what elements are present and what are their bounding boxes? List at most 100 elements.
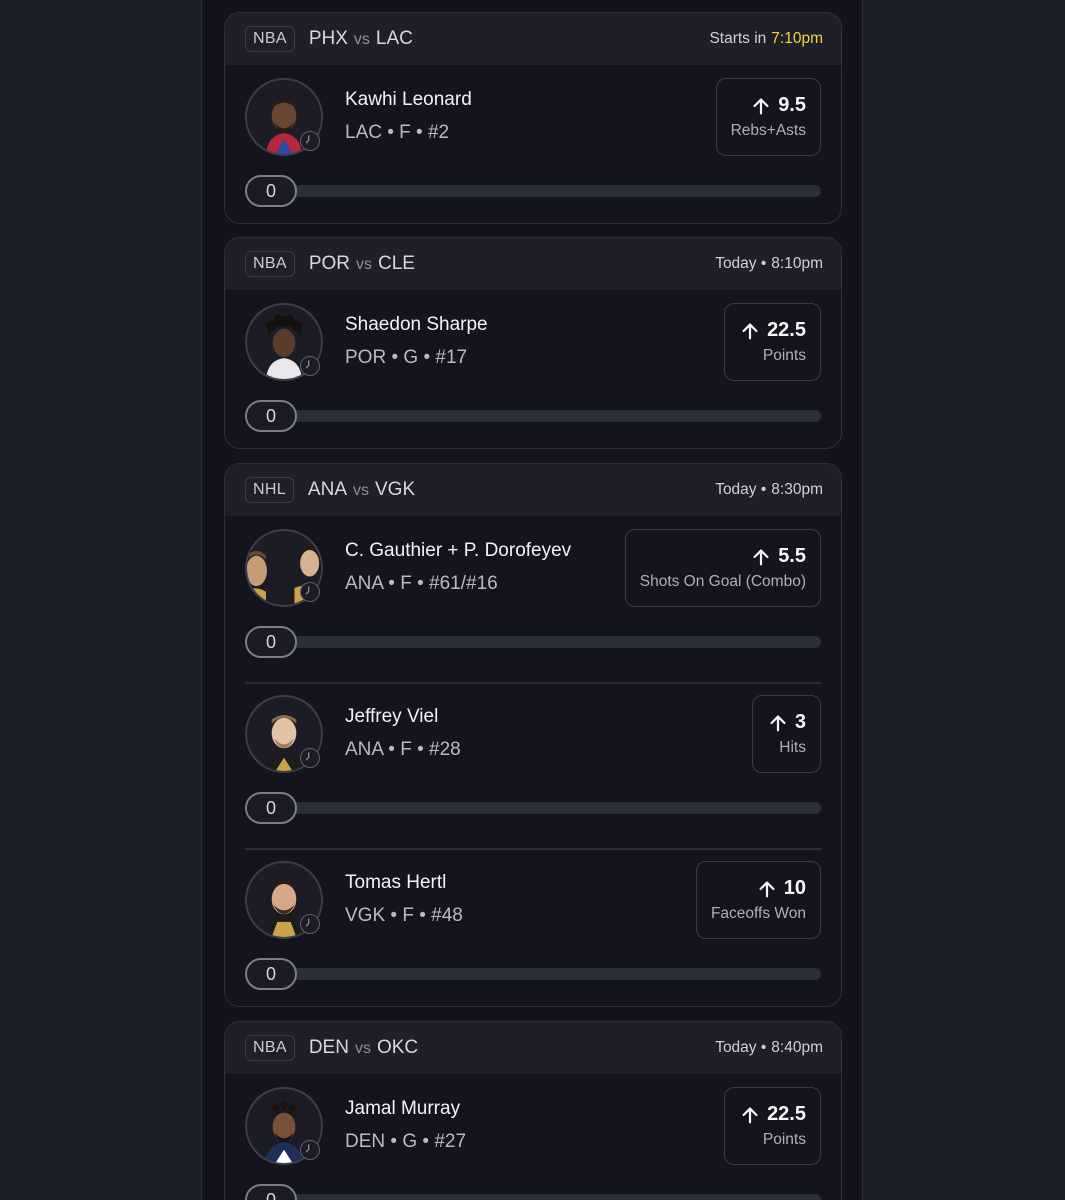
line-number: 3: [794, 711, 806, 733]
start-time-prefix: Today •: [715, 255, 767, 272]
game-card[interactable]: NBA PHX vs LAC Starts in 7:10pm Kawhi Le…: [224, 12, 842, 224]
pick-row[interactable]: Tomas Hertl VGK • F • #48 10 Faceoffs Wo…: [225, 848, 841, 1006]
matchup: POR vs CLE: [309, 253, 415, 275]
player-name: Jamal Murray: [345, 1098, 461, 1119]
league-badge: NBA: [245, 26, 295, 52]
line-box[interactable]: 10 Faceoffs Won: [695, 861, 821, 939]
league-badge: NBA: [245, 1035, 295, 1061]
stat-label: Rebs+Asts: [730, 122, 806, 139]
line-box[interactable]: 22.5 Points: [724, 1087, 821, 1165]
clock-icon: [300, 131, 320, 151]
player-name: C. Gauthier + P. Dorofeyev: [345, 540, 572, 561]
progress-track: [245, 968, 821, 980]
clock-icon: [300, 582, 320, 602]
clock-icon: [300, 914, 320, 934]
start-time-prefix: Starts in: [709, 30, 767, 47]
start-time-value: 7:10pm: [771, 30, 823, 47]
clock-icon: [300, 1140, 320, 1160]
progress-count: 0: [245, 175, 297, 207]
progress-count: 0: [245, 400, 297, 432]
pick-row[interactable]: Jamal Murray DEN • G • #27 22.5 Points 0: [225, 1074, 841, 1200]
start-time: Today • 8:40pm: [715, 1039, 823, 1057]
player-meta: DEN • G • #27: [345, 1131, 467, 1152]
player-meta: ANA • F • #28: [345, 739, 461, 760]
line-box[interactable]: 3 Hits: [751, 695, 821, 773]
progress-track: [245, 1194, 821, 1200]
progress-bar: 0: [245, 958, 821, 990]
progress-bar: 0: [245, 175, 821, 207]
away-team: VGK: [375, 479, 416, 500]
pick-row[interactable]: Kawhi Leonard LAC • F • #2 9.5 Rebs+Asts…: [225, 65, 841, 223]
away-team: LAC: [375, 28, 413, 49]
clock-icon: [300, 748, 320, 768]
progress-track: [245, 185, 821, 197]
line-number: 22.5: [767, 1103, 806, 1125]
player-meta: LAC • F • #2: [345, 122, 450, 143]
stat-label: Points: [762, 347, 806, 364]
line-number: 5.5: [778, 545, 806, 567]
player-name: Tomas Hertl: [345, 872, 447, 893]
league-badge: NHL: [245, 477, 294, 503]
progress-bar: 0: [245, 400, 821, 432]
progress-count: 0: [245, 958, 297, 990]
line-value: 9.5: [750, 94, 806, 117]
arrow-up-icon: [742, 322, 758, 339]
game-card[interactable]: NHL ANA vs VGK Today • 8:30pm C. Gauthie…: [224, 463, 842, 1007]
vs-label: vs: [353, 31, 370, 48]
vs-label: vs: [356, 256, 372, 273]
progress-bar: 0: [245, 792, 821, 824]
line-box[interactable]: 22.5 Points: [724, 303, 821, 381]
league-badge: NBA: [245, 251, 295, 277]
picks-column[interactable]: NBA PHX vs LAC Starts in 7:10pm Kawhi Le…: [201, 0, 863, 1200]
stat-label: Faceoffs Won: [710, 905, 806, 922]
progress-bar: 0: [245, 1184, 821, 1200]
arrow-up-icon: [753, 97, 769, 114]
player-name: Kawhi Leonard: [345, 89, 472, 110]
player-meta: VGK • F • #48: [345, 905, 463, 926]
matchup: ANA vs VGK: [308, 479, 415, 501]
home-team: POR: [308, 253, 350, 274]
line-box[interactable]: 9.5 Rebs+Asts: [715, 78, 821, 156]
progress-count: 0: [245, 626, 297, 658]
pick-row[interactable]: Shaedon Sharpe POR • G • #17 22.5 Points…: [225, 290, 841, 448]
arrow-up-icon: [742, 1106, 758, 1123]
progress-track: [245, 410, 821, 422]
start-time-value: 8:10pm: [771, 255, 823, 272]
clock-icon: [300, 356, 320, 376]
away-team: OKC: [376, 1037, 419, 1058]
game-header: NBA PHX vs LAC Starts in 7:10pm: [225, 13, 841, 65]
game-header: NHL ANA vs VGK Today • 8:30pm: [225, 464, 841, 516]
progress-track: [245, 636, 821, 648]
player-meta: ANA • F • #61/#16: [345, 573, 498, 594]
matchup: DEN vs OKC: [309, 1037, 418, 1059]
progress-count: 0: [245, 1184, 297, 1200]
start-time: Today • 8:10pm: [715, 255, 823, 273]
progress-track: [245, 802, 821, 814]
line-value: 22.5: [739, 319, 806, 342]
line-value: 3: [767, 711, 806, 734]
game-header: NBA DEN vs OKC Today • 8:40pm: [225, 1022, 841, 1074]
stat-label: Shots On Goal (Combo): [639, 573, 806, 590]
home-team: ANA: [307, 479, 347, 500]
game-card[interactable]: NBA POR vs CLE Today • 8:10pm Shaedon Sh…: [224, 237, 842, 449]
vs-label: vs: [354, 1040, 371, 1057]
stat-label: Points: [762, 1131, 806, 1148]
pick-row[interactable]: C. Gauthier + P. Dorofeyev ANA • F • #61…: [225, 516, 841, 682]
arrow-up-icon: [770, 714, 786, 731]
game-card[interactable]: NBA DEN vs OKC Today • 8:40pm Jamal Murr…: [224, 1021, 842, 1200]
start-time-value: 8:30pm: [771, 481, 823, 498]
arrow-up-icon: [753, 548, 769, 565]
player-meta: POR • G • #17: [345, 347, 468, 368]
start-time-value: 8:40pm: [771, 1039, 823, 1056]
arrow-up-icon: [759, 880, 775, 897]
home-team: PHX: [308, 28, 348, 49]
pick-row[interactable]: Jeffrey Viel ANA • F • #28 3 Hits 0: [225, 682, 841, 848]
line-value: 10: [756, 877, 806, 900]
line-number: 22.5: [767, 319, 806, 341]
start-time: Today • 8:30pm: [715, 481, 823, 499]
line-value: 22.5: [739, 1103, 806, 1126]
player-name: Shaedon Sharpe: [345, 314, 488, 335]
start-time-prefix: Today •: [715, 481, 767, 498]
line-box[interactable]: 5.5 Shots On Goal (Combo): [624, 529, 821, 607]
start-time-prefix: Today •: [715, 1039, 767, 1056]
